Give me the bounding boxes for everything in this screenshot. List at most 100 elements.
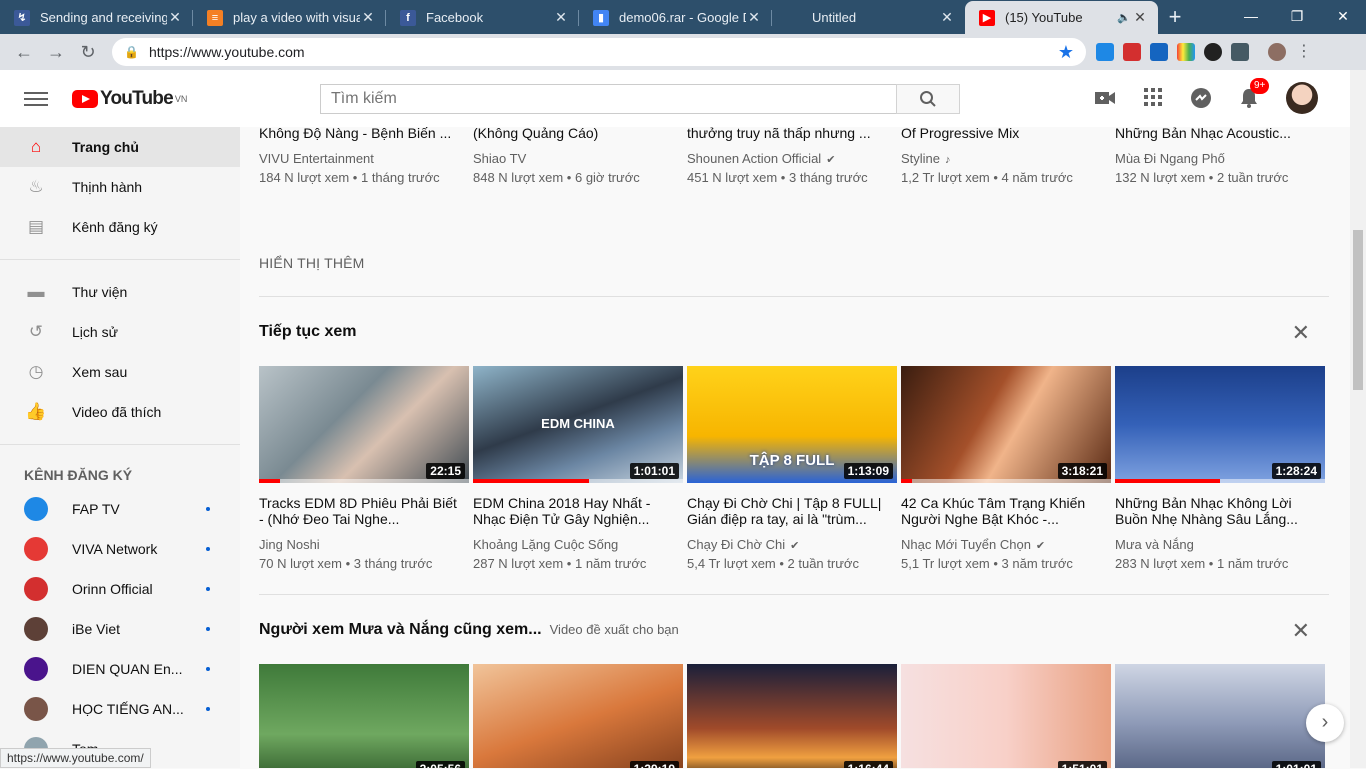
- dismiss-section-icon[interactable]: ✕: [1292, 618, 1310, 644]
- video-title[interactable]: New Electro & House 2013 Best Of Progres…: [901, 127, 1111, 141]
- tab-close-icon[interactable]: ✕: [939, 9, 955, 26]
- tab-close-icon[interactable]: ✕: [553, 9, 569, 26]
- video-title[interactable]: EDM China 2018 Hay Nhất - Nhạc Điện Tử G…: [473, 495, 683, 527]
- dismiss-section-icon[interactable]: ✕: [1292, 320, 1310, 346]
- channel-name[interactable]: Mùa Đi Ngang Phố: [1115, 151, 1225, 166]
- show-more-button[interactable]: HIỂN THỊ THÊM: [259, 255, 365, 271]
- minimize-icon[interactable]: —: [1228, 0, 1274, 32]
- browser-tab[interactable]: ▶ (15) YouTube 🔈 ✕: [965, 1, 1158, 34]
- channel-name[interactable]: Chạy Đi Chờ Chi: [687, 537, 785, 552]
- video-thumbnail[interactable]: 1:51:01: [901, 664, 1111, 768]
- channel-name[interactable]: VIVU Entertainment: [259, 151, 374, 166]
- video-title[interactable]: Một Triệu Khả Năng - Độ Ta Không Độ Nàng…: [259, 127, 469, 141]
- sidebar-item[interactable]: ▤ Kênh đăng ký: [0, 207, 240, 247]
- subscription-channel[interactable]: DIEN QUAN En...: [0, 649, 240, 689]
- extension-j-icon[interactable]: [1150, 43, 1168, 61]
- extension-settings-icon[interactable]: [1231, 43, 1249, 61]
- video-channel[interactable]: VIVU Entertainment: [259, 151, 469, 166]
- video-title[interactable]: 「Playlist」Vì Yêu Mà Đến - Những Bản Nhạc…: [1115, 127, 1325, 141]
- video-thumbnail[interactable]: 3:18:21: [901, 366, 1111, 483]
- video-thumbnail[interactable]: 22:15: [259, 366, 469, 483]
- tab-close-icon[interactable]: ✕: [360, 9, 376, 26]
- close-window-icon[interactable]: ✕: [1320, 0, 1366, 32]
- video-card[interactable]: 22:15 Tracks EDM 8D Phiêu Phải Biết - (Nh…: [259, 366, 469, 571]
- video-card[interactable]: 1:01:01: [1115, 664, 1325, 768]
- browser-tab[interactable]: f Facebook ✕: [386, 1, 579, 34]
- reload-icon[interactable]: ↻: [72, 42, 104, 63]
- video-card[interactable]: New Electro & House 2013 Best Of Progres…: [901, 127, 1111, 185]
- tab-close-icon[interactable]: ✕: [167, 9, 183, 26]
- sidebar-item[interactable]: ▬ Thư viện: [0, 272, 240, 312]
- browser-tab[interactable]: ↯ Sending and receiving ✕: [0, 1, 193, 34]
- video-channel[interactable]: Shounen Action Official ✔: [687, 151, 897, 166]
- profile-avatar-icon[interactable]: [1268, 43, 1286, 61]
- address-bar[interactable]: 🔒 https://www.youtube.com ★: [112, 38, 1086, 66]
- channel-name[interactable]: Mưa và Nắng: [1115, 537, 1194, 552]
- browser-tab[interactable]: ▮ demo06.rar - Google D ✕: [579, 1, 772, 34]
- video-card[interactable]: TẬP 8 FULL 1:13:09 Chạy Đi Chờ Chi | Tập 8…: [687, 366, 897, 571]
- apps-grid-icon[interactable]: [1142, 87, 1164, 109]
- video-thumbnail[interactable]: EDM CHINA 1:01:01: [473, 366, 683, 483]
- channel-name[interactable]: Shiao TV: [473, 151, 526, 166]
- subscription-channel[interactable]: FAP TV: [0, 489, 240, 529]
- video-thumbnail[interactable]: 2:05:56: [259, 664, 469, 768]
- channel-name[interactable]: Jing Noshi: [259, 537, 320, 552]
- messages-icon[interactable]: [1190, 87, 1212, 109]
- sidebar-item[interactable]: ◷ Xem sau: [0, 352, 240, 392]
- video-thumbnail[interactable]: 1:01:01: [1115, 664, 1325, 768]
- sidebar-item[interactable]: ↺ Lịch sử: [0, 312, 240, 352]
- back-icon[interactable]: ←: [8, 42, 40, 63]
- video-card[interactable]: 2:05:56: [259, 664, 469, 768]
- tab-close-icon[interactable]: ✕: [1132, 9, 1148, 26]
- video-card[interactable]: Top 5 hải tặc có mức tiền thưởng truy nã…: [687, 127, 897, 185]
- video-title[interactable]: Những Bản Nhạc Không Lời Buồn Nhẹ Nhàng …: [1115, 495, 1325, 527]
- tab-close-icon[interactable]: ✕: [746, 9, 762, 26]
- extension-circle-icon[interactable]: [1204, 43, 1222, 61]
- extension-download-icon[interactable]: [1096, 43, 1114, 61]
- video-thumbnail[interactable]: 1:29:19: [473, 664, 683, 768]
- menu-kebab-icon[interactable]: ⋮: [1295, 43, 1313, 61]
- channel-name[interactable]: Khoảng Lặng Cuộc Sống: [473, 537, 618, 552]
- video-title[interactable]: Tracks EDM 8D Phiêu Phải Biết - (Nhớ Đeo…: [259, 495, 469, 527]
- extension-color-icon[interactable]: [1177, 43, 1195, 61]
- video-thumbnail[interactable]: 1:16:44: [687, 664, 897, 768]
- chevron-right-icon[interactable]: ›: [1306, 704, 1344, 742]
- video-channel[interactable]: Jing Noshi: [259, 537, 469, 552]
- subscription-channel[interactable]: HỌC TIẾNG AN...: [0, 689, 240, 729]
- video-thumbnail[interactable]: TẬP 8 FULL 1:13:09: [687, 366, 897, 483]
- video-channel[interactable]: Nhạc Mới Tuyển Chọn ✔: [901, 537, 1111, 552]
- account-avatar[interactable]: [1286, 82, 1318, 114]
- video-card[interactable]: 「Playlist」Vì Yêu Mà Đến - Những Bản Nhạc…: [1115, 127, 1325, 185]
- sidebar-item[interactable]: ⌂ Trang chủ: [0, 127, 240, 167]
- video-channel[interactable]: Khoảng Lặng Cuộc Sống: [473, 537, 683, 552]
- search-input[interactable]: [320, 84, 896, 114]
- sidebar-item[interactable]: 👍 Video đã thích: [0, 392, 240, 432]
- video-channel[interactable]: Mưa và Nắng: [1115, 537, 1325, 552]
- video-card[interactable]: 1:28:24 Những Bản Nhạc Không Lời Buồn Nhẹ…: [1115, 366, 1325, 571]
- video-thumbnail[interactable]: 1:28:24: [1115, 366, 1325, 483]
- scrollbar-thumb[interactable]: [1353, 230, 1363, 390]
- video-card[interactable]: Về Nhà Đi Con Tập 49– Full HD (Không Quả…: [473, 127, 683, 185]
- channel-name[interactable]: Styline: [901, 151, 940, 166]
- subscription-channel[interactable]: Orinn Official: [0, 569, 240, 609]
- video-card[interactable]: 3:18:21 42 Ca Khúc Tâm Trạng Khiến Người …: [901, 366, 1111, 571]
- sidebar-item[interactable]: ♨ Thịnh hành: [0, 167, 240, 207]
- video-card[interactable]: EDM CHINA 1:01:01 EDM China 2018 Hay Nhất …: [473, 366, 683, 571]
- restore-icon[interactable]: ❐: [1274, 0, 1320, 32]
- video-card[interactable]: 1:16:44: [687, 664, 897, 768]
- video-title[interactable]: Về Nhà Đi Con Tập 49– Full HD (Không Quả…: [473, 127, 683, 141]
- hamburger-menu-icon[interactable]: [24, 91, 48, 106]
- browser-tab[interactable]: Untitled ✕: [772, 1, 965, 34]
- forward-icon[interactable]: →: [40, 42, 72, 63]
- channel-name[interactable]: Shounen Action Official: [687, 151, 821, 166]
- video-channel[interactable]: Shiao TV: [473, 151, 683, 166]
- new-tab-button[interactable]: +: [1158, 1, 1192, 34]
- page-scrollbar[interactable]: [1350, 70, 1366, 768]
- video-card[interactable]: 1:29:19: [473, 664, 683, 768]
- video-channel[interactable]: Chạy Đi Chờ Chi ✔: [687, 537, 897, 552]
- video-channel[interactable]: Styline ♪: [901, 151, 1111, 166]
- extension-calendar-icon[interactable]: [1123, 43, 1141, 61]
- video-title[interactable]: Top 5 hải tặc có mức tiền thưởng truy nã…: [687, 127, 897, 141]
- create-video-icon[interactable]: [1094, 87, 1116, 109]
- video-title[interactable]: Chạy Đi Chờ Chi | Tập 8 FULL| Gián điệp …: [687, 495, 897, 527]
